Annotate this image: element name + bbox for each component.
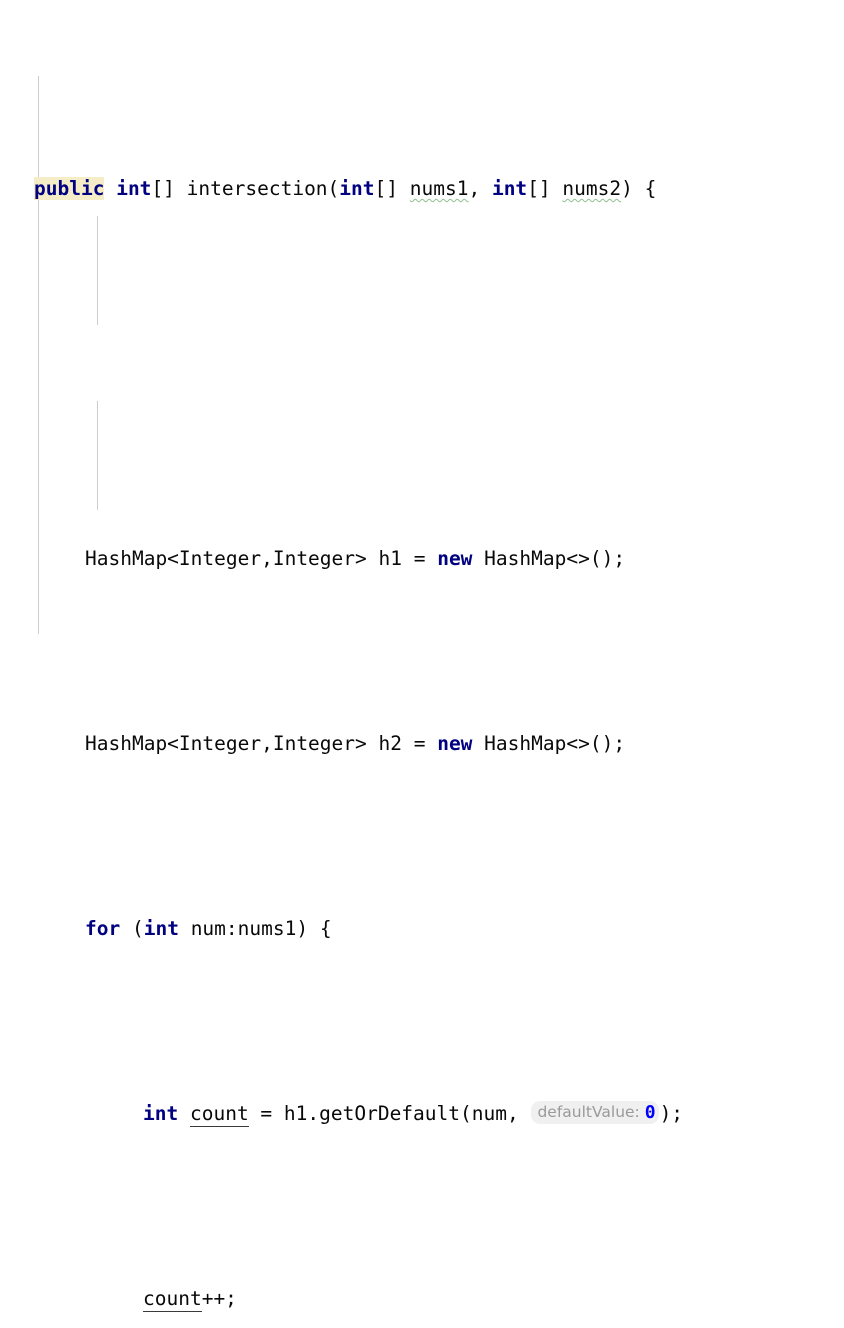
code-editor[interactable]: public int[] intersection(int[] nums1, i… [0, 0, 844, 1312]
keyword-for-1: for [85, 917, 121, 940]
keyword-int-return: int [116, 177, 152, 200]
variable-count-decl-1: count [189, 1102, 249, 1127]
keyword-int-count-1: int [143, 1102, 179, 1125]
param-nums1: nums1 [409, 177, 469, 200]
variable-count-inc-1: count [143, 1287, 202, 1312]
space-1 [104, 177, 116, 200]
param-hint-label-1: defaultValue: [537, 1103, 640, 1121]
code-line-count-decl-h1[interactable]: int count = h1.getOrDefault(num, default… [0, 1095, 844, 1132]
keyword-int-param2: int [491, 177, 528, 200]
code-content: public int[] intersection(int[] nums1, i… [0, 22, 844, 1328]
keyword-int-param1: int [339, 177, 375, 200]
code-line-count-inc-1[interactable]: count++; [0, 1280, 844, 1317]
param-comma: , [468, 177, 492, 200]
decl-h2-post: HashMap<>(); [472, 732, 626, 755]
param2-brackets: [] [527, 177, 563, 200]
keyword-public: public [34, 177, 105, 200]
param-hint-value-1: 0 [644, 1102, 656, 1123]
code-line-signature[interactable]: public int[] intersection(int[] nums1, i… [0, 170, 844, 207]
keyword-int-loop-1: int [143, 917, 179, 940]
decl-h2-pre: HashMap<Integer,Integer> h2 = [85, 732, 438, 755]
keyword-new-h1: new [437, 547, 473, 570]
param-nums2: nums2 [562, 177, 622, 200]
count-decl-1-tail: ); [659, 1102, 684, 1125]
space-count-1 [178, 1102, 190, 1125]
method-name: intersection( [186, 177, 340, 200]
code-line-decl-h1[interactable]: HashMap<Integer,Integer> h1 = new HashMa… [0, 540, 844, 577]
count-inc-1-tail: ++; [201, 1287, 237, 1310]
keyword-new-h2: new [437, 732, 473, 755]
code-line-decl-h2[interactable]: HashMap<Integer,Integer> h2 = new HashMa… [0, 725, 844, 762]
decl-h1-post: HashMap<>(); [472, 547, 626, 570]
for-1-post: num:nums1) { [178, 917, 332, 940]
code-line-for-nums1[interactable]: for (int num:nums1) { [0, 910, 844, 947]
param1-brackets: [] [374, 177, 410, 200]
param-hint-defaultvalue-1[interactable]: defaultValue: 0 [531, 1101, 659, 1124]
for-1-paren: ( [120, 917, 144, 940]
count-decl-1-expr: = h1.getOrDefault(num, [248, 1102, 531, 1125]
return-brackets: [] [151, 177, 187, 200]
signature-tail: ) { [621, 177, 657, 200]
decl-h1-pre: HashMap<Integer,Integer> h1 = [85, 547, 438, 570]
